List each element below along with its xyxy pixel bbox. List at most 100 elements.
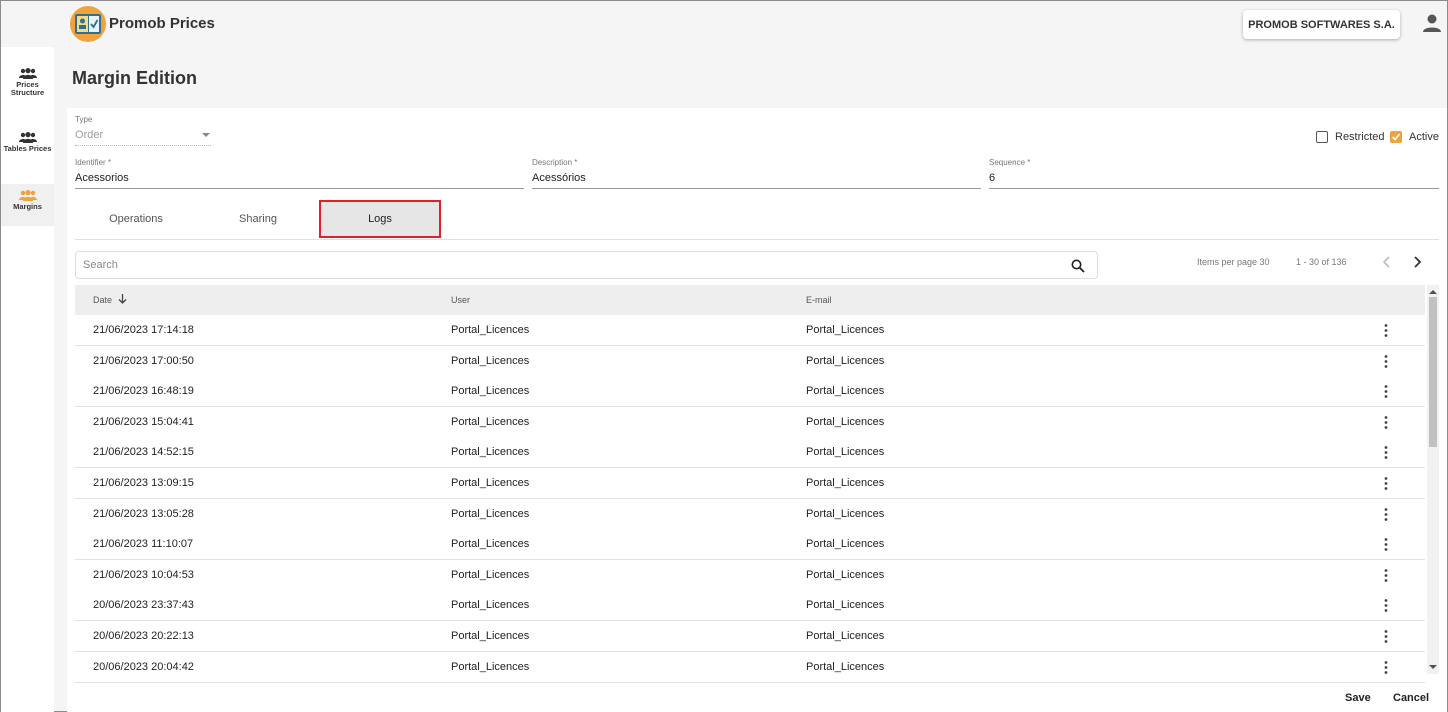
cell-date: 21/06/2023 13:09:15 xyxy=(93,477,194,489)
cell-user: Portal_Licences xyxy=(451,660,530,673)
tabs-divider xyxy=(75,239,1439,240)
type-label: Type xyxy=(75,115,93,124)
description-input[interactable]: Acessórios xyxy=(532,172,586,184)
cell-user: Portal_Licences xyxy=(451,568,530,581)
column-header-user[interactable]: User xyxy=(451,295,470,305)
search-icon[interactable] xyxy=(1071,259,1085,273)
sidebar-item-margins[interactable]: Margins xyxy=(1,184,54,226)
pagination-range: 1 - 30 of 136 xyxy=(1296,257,1347,267)
more-vertical-icon[interactable] xyxy=(1380,507,1392,522)
more-vertical-icon[interactable] xyxy=(1380,537,1392,552)
cell-email: Portal_Licences xyxy=(806,385,885,398)
cell-date: 21/06/2023 10:04:53 xyxy=(93,568,194,581)
more-vertical-icon[interactable] xyxy=(1380,323,1392,338)
cell-date: 21/06/2023 16:48:19 xyxy=(93,385,194,398)
cell-email: Portal_Licences xyxy=(806,507,885,520)
scroll-up-icon[interactable] xyxy=(1429,290,1437,294)
cell-email: Portal_Licences xyxy=(806,630,885,642)
scroll-down-icon[interactable] xyxy=(1429,665,1437,669)
cell-user: Portal_Licences xyxy=(451,630,530,642)
restricted-label: Restricted xyxy=(1335,131,1385,143)
table-row[interactable]: 21/06/2023 14:52:15 Portal_Licences Portal… xyxy=(75,437,1425,469)
cell-date: 20/06/2023 20:22:13 xyxy=(93,630,194,642)
type-underline xyxy=(75,145,211,146)
type-select[interactable]: Order xyxy=(75,129,103,141)
people-icon xyxy=(18,68,37,79)
more-vertical-icon[interactable] xyxy=(1380,445,1392,460)
user-account-icon[interactable] xyxy=(1422,13,1442,33)
cell-email: Portal_Licences xyxy=(806,538,885,551)
cell-email: Portal_Licences xyxy=(806,568,885,581)
sidebar-item-label: Prices Structure xyxy=(10,80,45,97)
table-row[interactable]: 21/06/2023 17:14:18 Portal_Licences Portal… xyxy=(75,315,1425,346)
arrow-down-icon[interactable] xyxy=(118,294,127,304)
active-label: Active xyxy=(1409,131,1439,143)
identifier-input[interactable]: Acessorios xyxy=(75,172,129,184)
table-row[interactable]: 21/06/2023 16:48:19 Portal_Licences Portal… xyxy=(75,376,1425,408)
cell-user: Portal_Licences xyxy=(451,538,530,551)
sequence-input[interactable]: 6 xyxy=(989,172,995,184)
sequence-underline xyxy=(989,188,1439,189)
column-header-date[interactable]: Date xyxy=(93,295,112,305)
people-icon xyxy=(18,132,37,143)
more-vertical-icon[interactable] xyxy=(1380,354,1392,369)
cell-date: 21/06/2023 14:52:15 xyxy=(93,446,194,459)
sidebar-item-label: Tables Prices xyxy=(3,144,52,153)
cell-date: 20/06/2023 20:04:42 xyxy=(93,660,194,673)
restricted-checkbox[interactable] xyxy=(1316,131,1328,143)
cell-user: Portal_Licences xyxy=(451,446,530,459)
more-vertical-icon[interactable] xyxy=(1380,598,1392,613)
sidebar: Prices Structure Tables Prices Margins xyxy=(1,47,54,712)
chevron-down-icon[interactable] xyxy=(202,133,210,137)
company-selector-button[interactable]: PROMOB SOFTWARES S.A. xyxy=(1243,10,1400,39)
column-header-email[interactable]: E-mail xyxy=(806,295,832,305)
cell-user: Portal_Licences xyxy=(451,507,530,520)
table-row[interactable]: 21/06/2023 10:04:53 Portal_Licences Portal… xyxy=(75,559,1425,591)
cell-email: Portal_Licences xyxy=(806,477,885,489)
cell-user: Portal_Licences xyxy=(451,477,530,489)
sidebar-item-tables-prices[interactable]: Tables Prices xyxy=(1,126,54,170)
cell-user: Portal_Licences xyxy=(451,415,530,428)
search-input[interactable] xyxy=(83,252,1053,278)
table-row[interactable]: 21/06/2023 15:04:41 Portal_Licences Portal… xyxy=(75,406,1425,438)
save-button[interactable]: Save xyxy=(1345,692,1371,704)
table-row[interactable]: 21/06/2023 13:05:28 Portal_Licences Portal… xyxy=(75,498,1425,530)
chevron-right-icon[interactable] xyxy=(1409,254,1425,270)
table-row[interactable]: 20/06/2023 23:37:43 Portal_Licences Portal… xyxy=(75,590,1425,622)
cell-date: 21/06/2023 13:05:28 xyxy=(93,507,194,520)
more-vertical-icon[interactable] xyxy=(1380,660,1392,675)
table-row[interactable]: 20/06/2023 20:04:42 Portal_Licences Portal… xyxy=(75,651,1425,683)
app-title: Promob Prices xyxy=(109,15,215,32)
tab-operations[interactable]: Operations xyxy=(75,200,197,238)
cell-email: Portal_Licences xyxy=(806,415,885,428)
cell-user: Portal_Licences xyxy=(451,324,530,336)
scrollbar-thumb[interactable] xyxy=(1429,297,1437,447)
checkmark-icon xyxy=(1392,133,1400,141)
more-vertical-icon[interactable] xyxy=(1380,476,1392,491)
tab-sharing[interactable]: Sharing xyxy=(197,200,319,238)
top-bar: Promob Prices PROMOB SOFTWARES S.A. xyxy=(1,1,1447,47)
cell-user: Portal_Licences xyxy=(451,385,530,398)
more-vertical-icon[interactable] xyxy=(1380,568,1392,583)
more-vertical-icon[interactable] xyxy=(1380,629,1392,644)
table-row[interactable]: 21/06/2023 17:00:50 Portal_Licences Portal… xyxy=(75,345,1425,377)
cell-user: Portal_Licences xyxy=(451,599,530,612)
more-vertical-icon[interactable] xyxy=(1380,384,1392,399)
cell-date: 21/06/2023 17:14:18 xyxy=(93,324,194,336)
table-row[interactable]: 21/06/2023 13:09:15 Portal_Licences Portal… xyxy=(75,468,1425,499)
identifier-underline xyxy=(75,188,524,189)
tab-logs[interactable]: Logs xyxy=(319,200,441,238)
search-box xyxy=(75,251,1098,279)
cancel-button[interactable]: Cancel xyxy=(1393,692,1429,704)
cell-date: 21/06/2023 15:04:41 xyxy=(93,415,194,428)
table-row[interactable]: 20/06/2023 20:22:13 Portal_Licences Portal… xyxy=(75,621,1425,652)
table-row[interactable]: 21/06/2023 11:10:07 Portal_Licences Portal… xyxy=(75,529,1425,561)
chevron-left-icon[interactable] xyxy=(1379,254,1395,270)
cell-date: 21/06/2023 17:00:50 xyxy=(93,354,194,367)
items-per-page-select[interactable]: Items per page 30 xyxy=(1197,257,1270,267)
description-label: Description * xyxy=(532,158,578,167)
sidebar-item-prices-structure[interactable]: Prices Structure xyxy=(1,62,54,106)
active-checkbox[interactable] xyxy=(1390,131,1402,143)
price-tag-logo-icon[interactable] xyxy=(70,6,106,42)
more-vertical-icon[interactable] xyxy=(1380,415,1392,430)
